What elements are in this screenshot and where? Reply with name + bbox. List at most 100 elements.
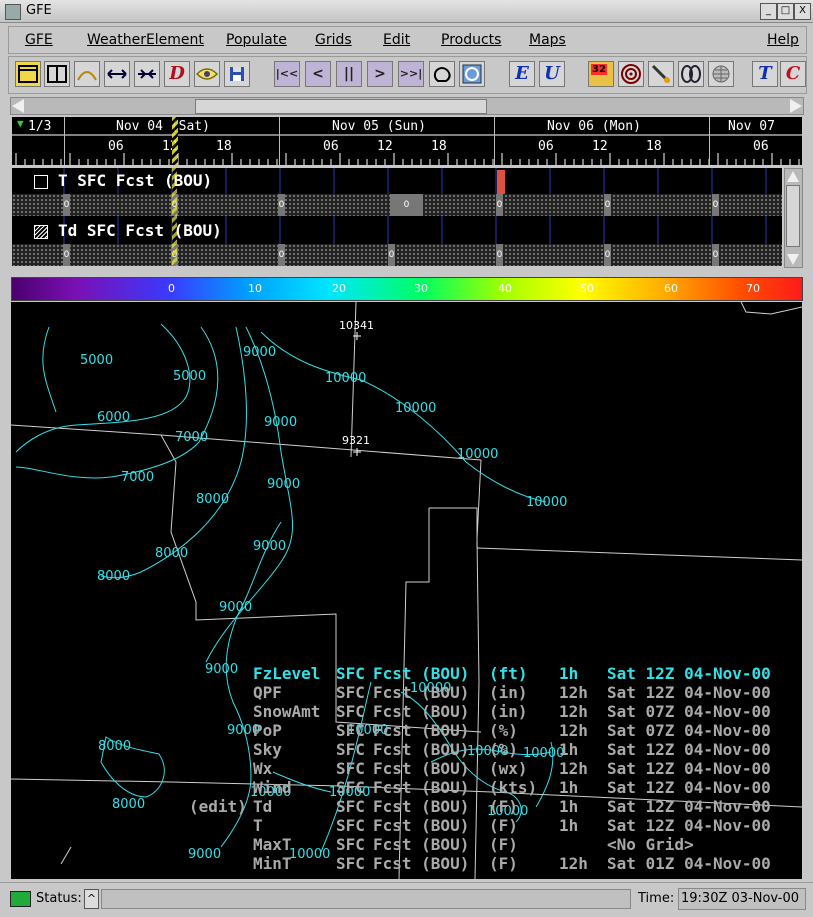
split-pane-button[interactable] <box>44 61 70 87</box>
legend-level: SFC <box>336 664 365 683</box>
pencil-edit-button[interactable]: 32 <box>588 61 614 87</box>
menu-edit[interactable]: Edit <box>383 32 410 48</box>
current-time-indicator[interactable] <box>172 117 178 165</box>
point-label[interactable]: 9321 <box>342 434 370 447</box>
contour-label: 8000 <box>155 546 189 561</box>
legend-name: FzLevel <box>253 664 321 683</box>
contour-edit-button[interactable] <box>678 61 704 87</box>
brush-button[interactable] <box>648 61 674 87</box>
save-button[interactable] <box>224 61 250 87</box>
menu-populate[interactable]: Populate <box>226 32 287 48</box>
sync-button[interactable] <box>459 61 485 87</box>
legend-time: Sat 01Z 04-Nov-00 <box>607 854 771 873</box>
grid-scrollbar[interactable] <box>784 168 803 268</box>
grid-box[interactable]: 0 <box>496 194 503 216</box>
grid-box[interactable]: 0 <box>388 244 395 266</box>
legend-row[interactable]: (edit) Td SFC Fcst (BOU) (F) 1h Sat 12Z 04-Nov… <box>11 797 802 816</box>
expand-time-button[interactable] <box>104 61 130 87</box>
e-button[interactable]: E <box>509 61 535 87</box>
color-bar[interactable]: 0 10 20 30 40 50 60 70 <box>11 277 803 301</box>
legend-model: Fcst (BOU) <box>373 664 470 683</box>
grid-box[interactable]: 0 <box>63 244 70 266</box>
grid-box[interactable]: 0 <box>604 194 611 216</box>
contour-label: 7000 <box>121 470 155 485</box>
grid-row-td[interactable]: Td SFC Fcst (BOU) 0 0 0 0 0 0 0 <box>12 218 782 266</box>
legend-row[interactable]: Sky SFC Fcst (BOU) (%) 1h Sat 12Z 04-Nov-00 <box>11 740 802 759</box>
contour-label: 5000 <box>80 353 114 368</box>
legend-row[interactable]: FzLevel SFC Fcst (BOU) (ft) 1h Sat 12Z 04-Nov… <box>11 664 802 683</box>
grid-box[interactable]: 0 <box>63 194 70 216</box>
legend-row[interactable]: Wx SFC Fcst (BOU) (wx) 12h Sat 12Z 04-Nov-00 <box>11 759 802 778</box>
grid-box[interactable]: 0 <box>712 244 719 266</box>
maximize-button[interactable]: □ <box>777 3 794 20</box>
grid-shading-button[interactable] <box>708 61 734 87</box>
legend-time: <No Grid> <box>607 835 694 854</box>
frame-counter: 1/3 <box>28 119 52 134</box>
grid-globe-icon <box>712 65 730 83</box>
single-pane-button[interactable] <box>15 61 41 87</box>
scroll-right-arrow-icon[interactable] <box>790 99 802 113</box>
legend-row[interactable]: MinT SFC Fcst (BOU) (F) 12h Sat 01Z 04-Nov-00 <box>11 854 802 873</box>
point-label[interactable]: 10341 <box>339 319 374 332</box>
grid-box[interactable]: 0 <box>712 194 719 216</box>
menu-products[interactable]: Products <box>441 32 501 48</box>
hour-label: 06 <box>538 139 554 154</box>
legend-row[interactable]: PoP SFC Fcst (BOU) (%) 12h Sat 07Z 04-Nov-00 <box>11 721 802 740</box>
menu-gfe[interactable]: GFE <box>25 32 53 48</box>
grid-box[interactable]: 0 <box>278 244 285 266</box>
grid-strip-td[interactable] <box>12 244 782 266</box>
day-divider <box>279 117 280 165</box>
status-history-button[interactable]: ^ <box>84 889 99 909</box>
grid-visibility-checkbox[interactable] <box>34 225 48 239</box>
time-scrollbar[interactable] <box>10 97 804 115</box>
c-button[interactable]: C <box>780 61 806 87</box>
previous-frame-button[interactable]: < <box>305 61 331 87</box>
hour-label: 18 <box>646 139 662 154</box>
colorbar-label: 0 <box>168 282 175 295</box>
scroll-left-arrow-icon[interactable] <box>12 99 24 113</box>
menu-grids[interactable]: Grids <box>315 32 352 48</box>
view-eye-button[interactable] <box>194 61 220 87</box>
grid-visibility-checkbox[interactable] <box>34 175 48 189</box>
close-button[interactable]: X <box>794 3 811 20</box>
legend-row[interactable]: T SFC Fcst (BOU) (F) 1h Sat 12Z 04-Nov-00 <box>11 816 802 835</box>
pause-button[interactable]: || <box>336 61 362 87</box>
hour-label: 18 <box>216 139 232 154</box>
compress-time-button[interactable] <box>134 61 160 87</box>
grid-box[interactable]: 0 <box>278 194 285 216</box>
legend-name: SnowAmt <box>253 702 321 721</box>
legend-time: Sat 12Z 04-Nov-00 <box>607 664 771 683</box>
toolbar: D |<< < || > >>| E U 32 T C <box>8 56 807 94</box>
legend-row[interactable]: Wind SFC Fcst (BOU) (kts) 1h Sat 12Z 04-Nov-0… <box>11 778 802 797</box>
next-frame-button[interactable]: > <box>367 61 393 87</box>
spatial-editor-map[interactable]: 10341 9321 5000 5000 9000 10000 6000 900… <box>11 302 802 879</box>
legend-row[interactable]: SnowAmt SFC Fcst (BOU) (in) 12h Sat 07Z 04-No… <box>11 702 802 721</box>
last-frame-button[interactable]: >>| <box>398 61 424 87</box>
contour-tool-button[interactable] <box>74 61 100 87</box>
legend-dur: 1h <box>559 778 579 797</box>
legend-row[interactable]: MaxT SFC Fcst (BOU) (F) <No Grid> <box>11 835 802 854</box>
scroll-up-arrow-icon[interactable] <box>787 171 799 182</box>
grid-box-selected[interactable]: 0 <box>390 194 423 216</box>
grid-box[interactable]: 0 <box>496 244 503 266</box>
u-button[interactable]: U <box>539 61 565 87</box>
menu-help[interactable]: Help <box>767 32 799 48</box>
d-button[interactable]: D <box>164 61 190 87</box>
scroll-thumb[interactable] <box>195 99 487 114</box>
t-button[interactable]: T <box>752 61 778 87</box>
eye-icon <box>195 68 219 80</box>
grid-scroll-thumb[interactable] <box>786 185 800 247</box>
time-scale[interactable]: ▼ 1/3 Nov 04 (Sat) Nov 05 (Sun) Nov 06 (… <box>12 117 802 165</box>
legend-row[interactable]: QPF SFC Fcst (BOU) (in) 12h Sat 12Z 04-Nov-00 <box>11 683 802 702</box>
legend-units: (F) <box>489 854 518 873</box>
first-frame-button[interactable]: |<< <box>274 61 300 87</box>
scroll-down-arrow-icon[interactable] <box>787 254 799 265</box>
minimize-button[interactable]: _ <box>760 3 777 20</box>
menu-maps[interactable]: Maps <box>529 32 566 48</box>
menu-weather-element[interactable]: WeatherElement <box>87 32 204 48</box>
legend-time: Sat 07Z 04-Nov-00 <box>607 702 771 721</box>
grid-box[interactable]: 0 <box>604 244 611 266</box>
grid-row-t[interactable]: T SFC Fcst (BOU) 0 0 0 0 0 0 0 <box>12 168 782 216</box>
target-button[interactable] <box>618 61 644 87</box>
loop-button[interactable] <box>429 61 455 87</box>
